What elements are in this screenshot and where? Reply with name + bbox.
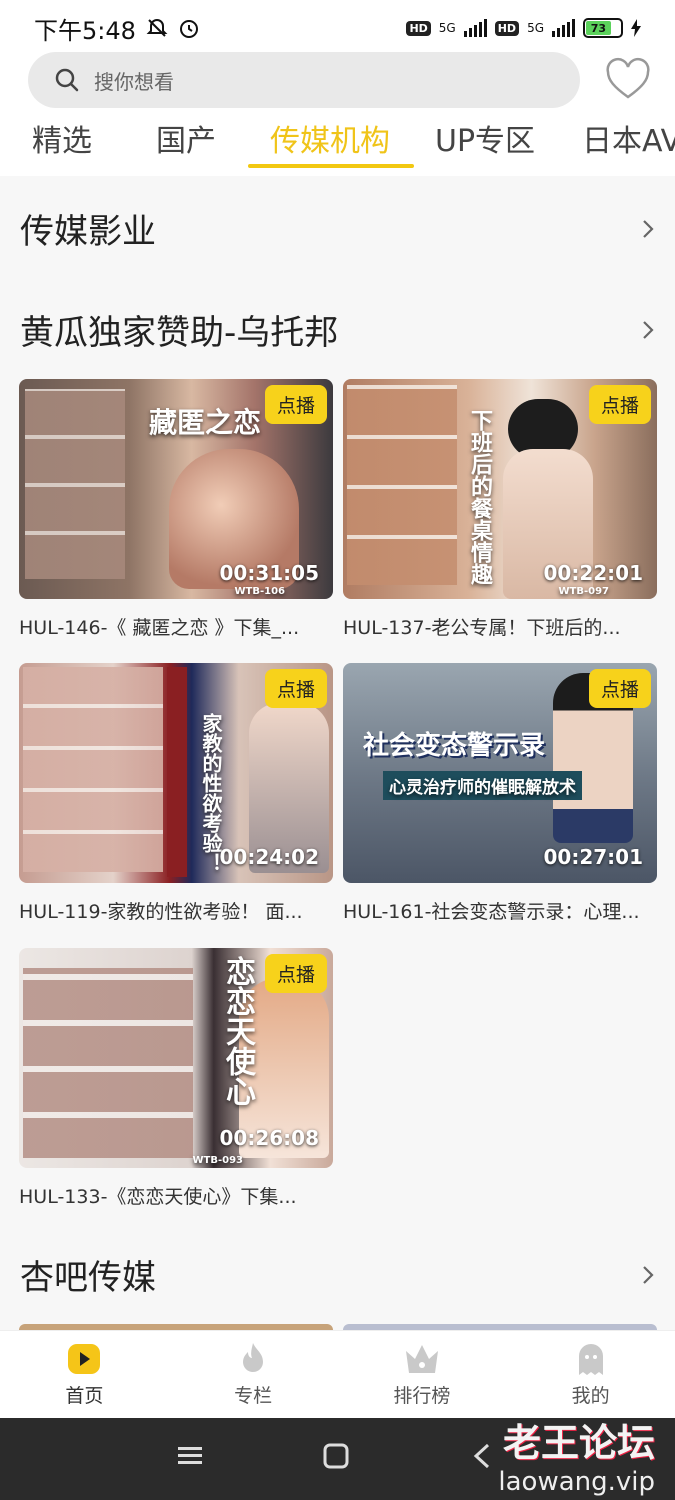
nav-home[interactable]: 首页	[0, 1331, 169, 1418]
on-demand-badge: 点播	[588, 385, 651, 424]
battery-level: 73	[586, 21, 611, 35]
section-title: 传媒影业	[20, 212, 156, 252]
video-thumbnail[interactable]: 藏匿之恋 点播 00:31:05 WTB-106	[19, 379, 333, 599]
chevron-right-icon	[643, 320, 654, 339]
search-row: 搜你想看	[0, 50, 675, 112]
video-duration: 00:27:01	[543, 845, 644, 869]
video-card[interactable]: 家教的性欲考验！ 点播 00:24:02 HUL-119-家教的性欲考验！ 面.…	[19, 663, 333, 924]
mute-bell-icon	[146, 18, 168, 37]
section-header-1[interactable]: 传媒影业	[20, 204, 655, 253]
video-title[interactable]: HUL-119-家教的性欲考验！ 面...	[19, 897, 323, 924]
watermark-url: laowang.vip	[498, 1467, 655, 1497]
category-tabs: 精选 国产 传媒机构 UP专区 日本AV	[0, 112, 675, 176]
watermark-text: 老王论坛	[502, 1421, 655, 1465]
alarm-icon	[179, 20, 198, 38]
home-button-icon[interactable]	[322, 1442, 350, 1470]
recent-apps-icon[interactable]	[176, 1442, 204, 1470]
on-demand-badge: 点播	[264, 669, 327, 708]
video-duration: 00:24:02	[219, 845, 320, 869]
crown-icon	[405, 1345, 438, 1373]
signal-icon	[463, 19, 487, 37]
on-demand-badge: 点播	[264, 954, 327, 993]
back-icon[interactable]	[470, 1442, 494, 1470]
signal-icon-2	[552, 19, 575, 37]
nav-label: 专栏	[234, 1385, 273, 1407]
video-card[interactable]: 社会变态警示录 心灵治疗师的催眠解放术 点播 00:27:01 HUL-161-…	[343, 663, 657, 924]
poster-title: 恋恋天使心	[220, 956, 255, 1106]
battery-icon: 73	[583, 18, 623, 38]
favorites-heart-icon[interactable]	[604, 56, 652, 104]
network-type: 5G	[438, 21, 456, 35]
poster-title: 藏匿之恋	[149, 406, 262, 439]
poster-title: 下班后的餐桌情趣	[467, 409, 492, 585]
nav-profile[interactable]: 我的	[506, 1331, 675, 1418]
status-bar: 下午5:48 HD 5G HD 5G 73	[0, 0, 675, 56]
nav-label: 排行榜	[393, 1385, 451, 1407]
video-card[interactable]: 下班后的餐桌情趣 点播 00:22:01 WTB-097 HUL-137-老公专…	[343, 379, 657, 640]
tab-domestic[interactable]: 国产	[156, 116, 216, 160]
bottom-navigation: 首页 专栏 排行榜 我的	[0, 1330, 675, 1418]
video-title[interactable]: HUL-146-《 藏匿之恋 》下集_...	[19, 613, 323, 640]
video-title[interactable]: HUL-161-社会变态警示录：心理...	[343, 897, 647, 924]
video-duration: 00:31:05	[219, 561, 320, 585]
status-time: 下午5:48	[34, 16, 136, 45]
active-tab-indicator	[248, 164, 414, 168]
section-header-3[interactable]: 杏吧传媒	[20, 1250, 655, 1299]
video-thumbnail[interactable]: 恋恋天使心 点播 00:26:08 WTB-093	[19, 948, 333, 1168]
section-title: 黄瓜独家赞助-乌托邦	[20, 313, 339, 353]
tab-featured[interactable]: 精选	[32, 116, 92, 160]
video-thumbnail[interactable]: 家教的性欲考验！ 点播 00:24:02	[19, 663, 333, 883]
hd-badge: HD	[406, 20, 431, 36]
poster-title: 社会变态警示录	[363, 731, 546, 761]
search-icon	[55, 68, 79, 92]
video-card[interactable]: 藏匿之恋 点播 00:31:05 WTB-106 HUL-146-《 藏匿之恋 …	[19, 379, 333, 640]
video-thumbnail[interactable]: 社会变态警示录 心灵治疗师的催眠解放术 点播 00:27:01	[343, 663, 657, 883]
section-header-2[interactable]: 黄瓜独家赞助-乌托邦	[20, 305, 655, 354]
search-placeholder: 搜你想看	[94, 69, 174, 94]
video-duration: 00:26:08	[219, 1126, 320, 1150]
video-card[interactable]: 恋恋天使心 点播 00:26:08 WTB-093 HUL-133-《恋恋天使心…	[19, 948, 333, 1209]
poster-code: WTB-106	[234, 586, 286, 597]
poster-subtitle: 心灵治疗师的催眠解放术	[383, 771, 582, 800]
network-type-2: 5G	[527, 21, 544, 35]
watermark: 老王论坛 laowang.vip	[498, 1412, 655, 1497]
tab-japan-av[interactable]: 日本AV	[582, 116, 675, 160]
charging-icon	[631, 19, 641, 37]
on-demand-badge: 点播	[588, 669, 651, 708]
poster-code: WTB-093	[192, 1155, 244, 1166]
poster-code: WTB-097	[558, 586, 610, 597]
home-play-icon	[68, 1344, 101, 1374]
ghost-user-icon	[578, 1344, 603, 1375]
tab-media-agencies[interactable]: 传媒机构	[270, 116, 390, 160]
nav-ranking[interactable]: 排行榜	[338, 1331, 507, 1418]
chevron-right-icon	[643, 1265, 654, 1284]
chevron-right-icon	[643, 219, 654, 238]
on-demand-badge: 点播	[264, 385, 327, 424]
video-title[interactable]: HUL-133-《恋恋天使心》下集...	[19, 1182, 323, 1209]
video-thumbnail[interactable]: 下班后的餐桌情趣 点播 00:22:01 WTB-097	[343, 379, 657, 599]
flame-icon	[243, 1343, 264, 1372]
nav-label: 我的	[571, 1385, 610, 1407]
video-title[interactable]: HUL-137-老公专属！下班后的...	[343, 613, 647, 640]
video-duration: 00:22:01	[543, 561, 644, 585]
tab-up-zone[interactable]: UP专区	[435, 116, 535, 160]
nav-column[interactable]: 专栏	[169, 1331, 338, 1418]
nav-label: 首页	[65, 1385, 104, 1407]
search-input[interactable]: 搜你想看	[28, 52, 580, 108]
hd-badge-2: HD	[494, 20, 520, 36]
section-title: 杏吧传媒	[20, 1258, 156, 1298]
